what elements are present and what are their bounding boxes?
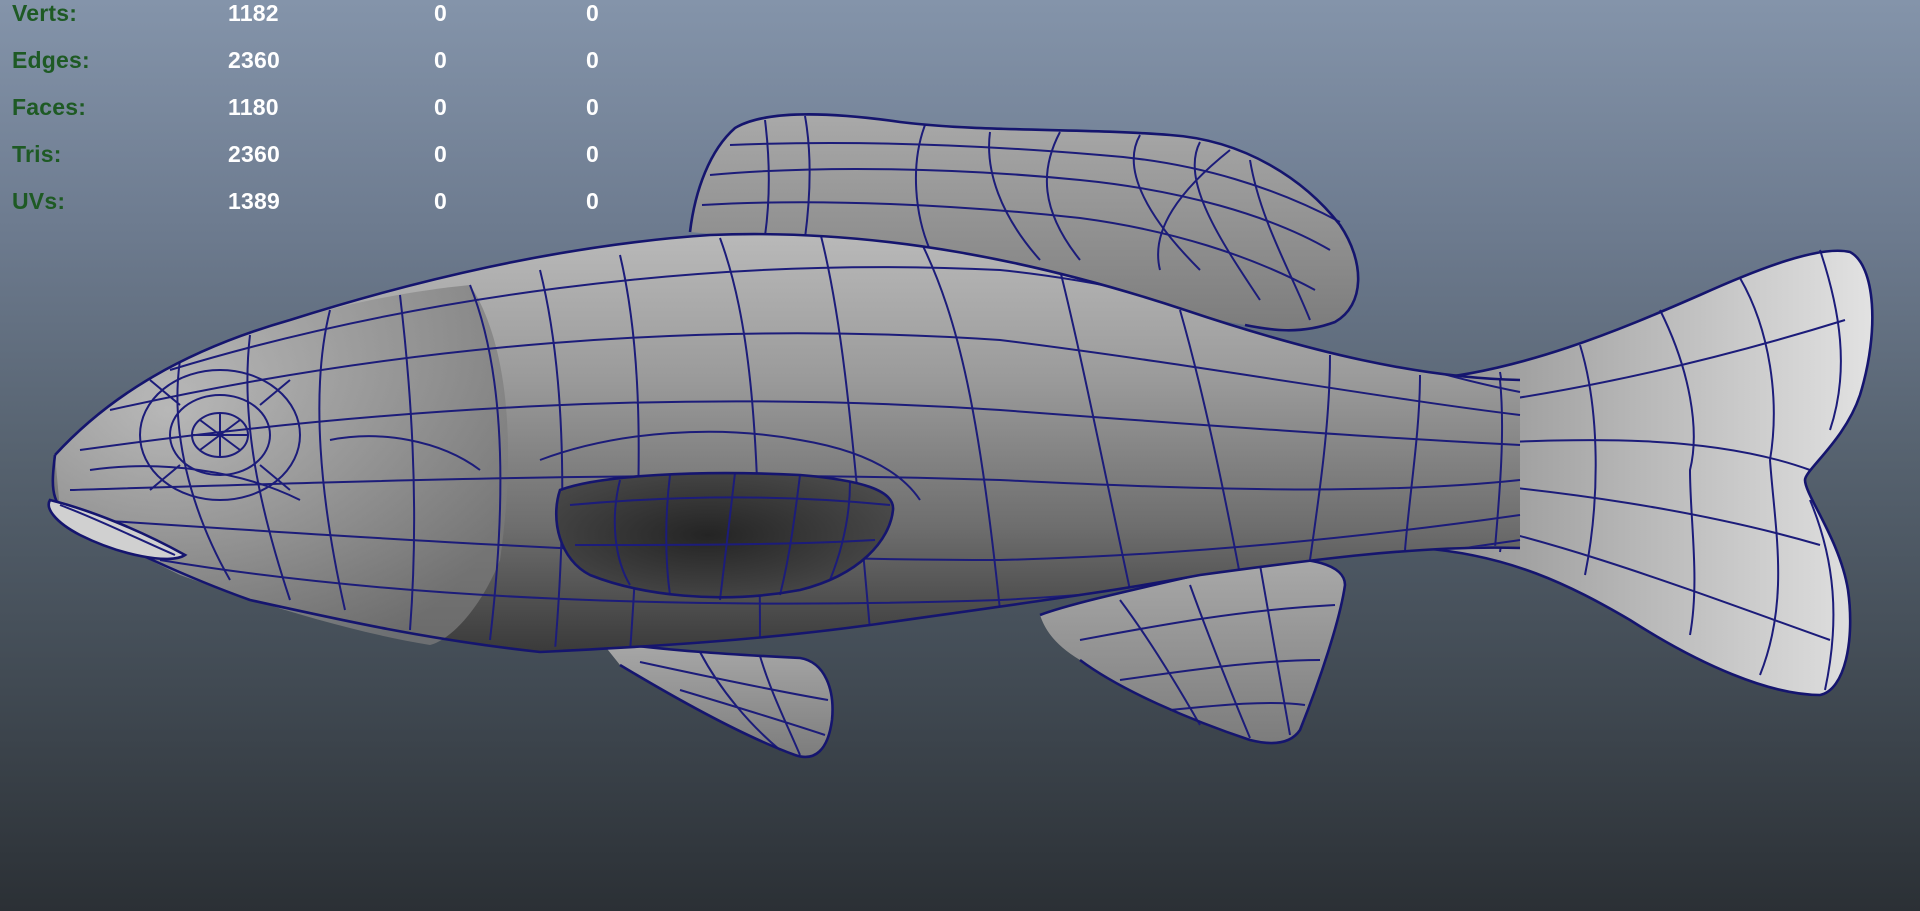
hud-label: Edges: [12, 47, 90, 73]
hud-row-uvs: UVs: 1389 0 0 [12, 176, 612, 223]
hud-label: Tris: [12, 141, 62, 167]
poly-count-hud: Verts: 1182 0 0 Edges: 2360 0 0 Faces: 1… [12, 0, 612, 223]
hud-value-component: 0 [586, 47, 599, 73]
hud-value-selected: 0 [434, 141, 447, 167]
3d-viewport[interactable]: Verts: 1182 0 0 Edges: 2360 0 0 Faces: 1… [0, 0, 1920, 911]
hud-value-object: 1182 [228, 0, 279, 26]
hud-value-component: 0 [586, 141, 599, 167]
hud-label: Verts: [12, 0, 78, 26]
hud-label: Faces: [12, 94, 87, 120]
hud-value-selected: 0 [434, 188, 447, 214]
hud-row-verts: Verts: 1182 0 0 [12, 0, 612, 35]
hud-row-tris: Tris: 2360 0 0 [12, 129, 612, 176]
hud-value-selected: 0 [434, 94, 447, 120]
hud-value-component: 0 [586, 0, 599, 26]
hud-value-object: 1389 [228, 188, 280, 214]
hud-row-edges: Edges: 2360 0 0 [12, 35, 612, 82]
hud-value-object: 2360 [228, 47, 280, 73]
hud-label: UVs: [12, 188, 66, 214]
hud-value-selected: 0 [434, 0, 447, 26]
hud-row-faces: Faces: 1180 0 0 [12, 82, 612, 129]
hud-value-object: 2360 [228, 141, 280, 167]
hud-value-component: 0 [586, 188, 599, 214]
pelvic-fin [599, 638, 834, 759]
hud-value-selected: 0 [434, 47, 447, 73]
hud-value-object: 1180 [228, 94, 279, 120]
hud-value-component: 0 [586, 94, 599, 120]
